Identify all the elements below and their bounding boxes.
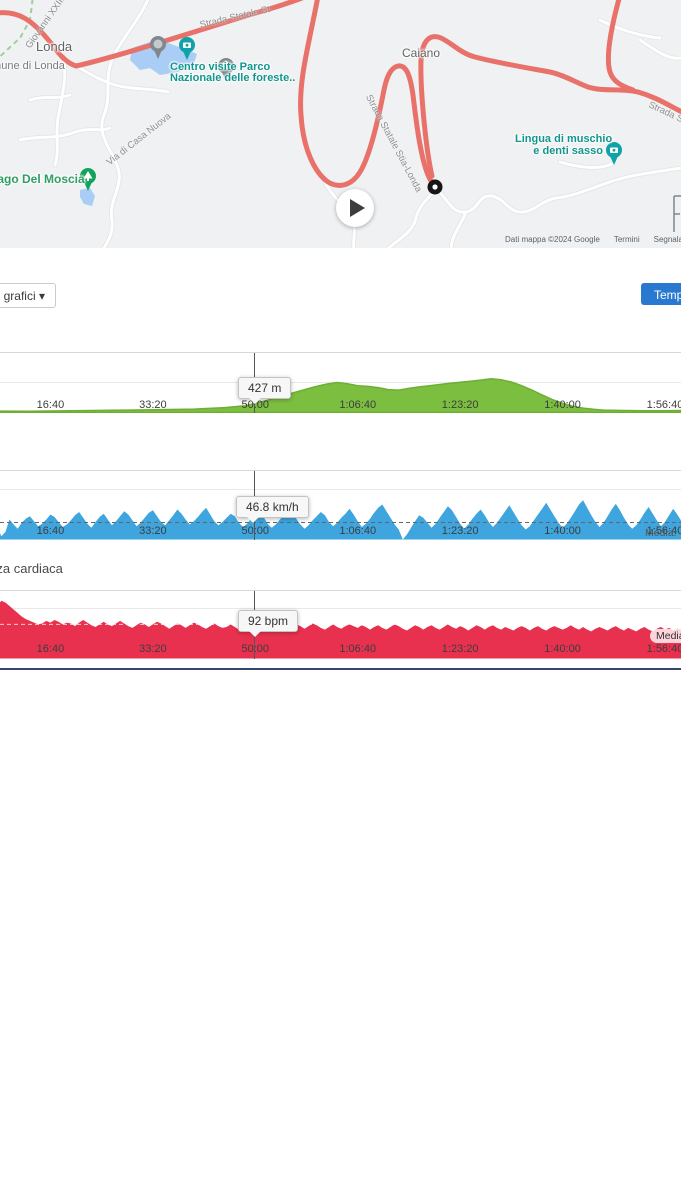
x-axis-tick: 1:40:00 [533, 643, 593, 655]
elevation-tooltip: 427 m [238, 377, 291, 399]
route-position-marker[interactable] [428, 180, 443, 195]
graphs-dropdown[interactable]: grafici ▾ [0, 283, 56, 308]
x-axis-tick: 50:00 [225, 643, 285, 655]
x-axis-tick: 50:00 [225, 525, 285, 537]
x-axis-tick: 1:40:00 [533, 399, 593, 411]
section-divider [0, 668, 681, 670]
heart-rate-section-title: Frequenza cardiaca [0, 561, 63, 576]
attribution-report-link[interactable]: Segnala un errore [654, 235, 681, 244]
x-axis-tick: 16:40 [20, 525, 80, 537]
heart-rate-tooltip: 92 bpm [238, 610, 298, 632]
x-axis-tick: 1:23:20 [430, 399, 490, 411]
x-axis-tick: 1:56:40 [635, 643, 681, 655]
x-axis-tick: 1:56:40 [635, 399, 681, 411]
x-axis-tick: 1:23:20 [430, 525, 490, 537]
x-axis-tick: 1:23:20 [430, 643, 490, 655]
playback-button[interactable] [336, 189, 374, 227]
tempo-toggle-button[interactable]: Tempo [641, 283, 681, 305]
town-label-caiano: Caiano [402, 46, 440, 60]
poi-label-lingua-2: e denti sasso [515, 145, 603, 157]
x-axis-tick: 1:06:40 [328, 525, 388, 537]
x-axis-tick: 16:40 [20, 399, 80, 411]
x-axis-tick: 33:20 [123, 399, 183, 411]
heart-rate-x-axis: 16:40 33:20 50:00 1:06:40 1:23:20 1:40:00 1:56… [0, 643, 681, 657]
activity-page: Londa Caiano Comune di Londa Centro visi… [0, 0, 681, 1200]
poi-label-lago: Lago Del Moscia [0, 172, 85, 186]
x-axis-tick: 1:06:40 [328, 399, 388, 411]
speed-tooltip: 46.8 km/h [236, 496, 309, 518]
x-axis-tick: 1:40:00 [533, 525, 593, 537]
play-icon [350, 199, 365, 217]
poi-label-centro-2: Nazionale delle foreste.. [170, 72, 295, 84]
x-axis-tick: 33:20 [123, 643, 183, 655]
x-axis-tick: 33:20 [123, 525, 183, 537]
route-map[interactable]: Londa Caiano Comune di Londa Centro visi… [0, 0, 681, 248]
poi-label-comune: Comune di Londa [0, 60, 65, 72]
elevation-x-axis: 16:4033:2050:001:06:401:23:201:40:001:56… [0, 399, 681, 413]
poi-label-lingua-1: Lingua di muschio [515, 133, 603, 145]
attribution-map-data: Dati mappa ©2024 Google [505, 235, 600, 244]
x-axis-tick: 1:06:40 [328, 643, 388, 655]
heart-rate-average-label: Media: [650, 629, 681, 643]
speed-average-label: Media: [645, 527, 677, 539]
town-label-londa: Londa [36, 39, 72, 54]
speed-x-axis: 16:4033:2050:001:06:401:23:201:40:001:56… [0, 525, 681, 539]
attribution-terms-link[interactable]: Termini [614, 235, 640, 244]
map-attribution: Dati mappa ©2024 Google Termini Segnala … [505, 235, 681, 244]
x-axis-tick: 16:40 [20, 643, 80, 655]
